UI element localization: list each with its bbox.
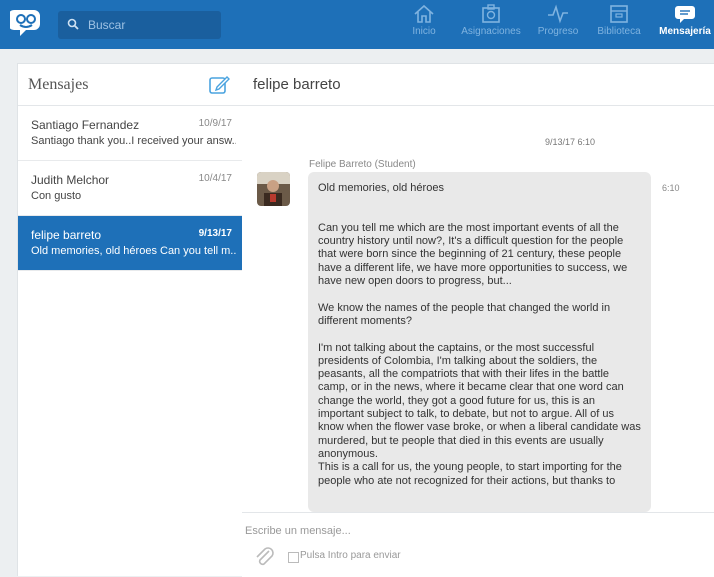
conversation-date: 10/9/17 [198,118,232,129]
message-input[interactable]: Escribe un mensaje... [245,525,351,537]
search-input[interactable]: Buscar [58,11,221,39]
search-icon [67,18,79,30]
library-icon [610,5,628,23]
conversation-date: 9/13/17 [198,228,232,239]
progress-icon [548,4,568,24]
paperclip-icon[interactable] [254,546,276,568]
panel-title: Mensajes [28,76,89,93]
conversation-date: 10/4/17 [198,173,232,184]
message-time: 6:10 [662,183,680,193]
thread-timestamp: 9/13/17 6:10 [545,137,596,147]
messages-icon [675,6,695,23]
conversation-item[interactable]: Judith Melchor 10/4/17 Con gusto [18,161,242,216]
top-navigation-bar: Buscar Inicio Asignaciones Progreso Bibl… [0,0,714,49]
conversation-item[interactable]: Santiago Fernandez 10/9/17 Santiago than… [18,106,242,161]
message-thread-panel: felipe barreto 9/13/17 6:10 Felipe Barre… [242,63,714,577]
message-composer: Escribe un mensaje... Pulsa Intro para e… [242,512,714,577]
enter-to-send-checkbox[interactable] [288,552,299,563]
conversation-preview: Old memories, old héroes Can you tell m.… [31,245,236,257]
nav-asignaciones[interactable]: Asignaciones [456,4,526,37]
conversation-name: Santiago Fernandez [31,118,140,132]
conversation-preview: Santiago thank you..I received your answ… [31,135,236,147]
conversation-item-active[interactable]: felipe barreto 9/13/17 Old memories, old… [18,216,242,271]
message-sender: Felipe Barreto (Student) [309,159,416,170]
app-logo-icon[interactable] [8,6,48,40]
assignments-icon [482,4,500,23]
conversation-name: Judith Melchor [31,173,110,187]
nav-label: Asignaciones [461,26,521,37]
nav-label: Biblioteca [597,26,641,37]
nav-label: Mensajería [659,26,711,37]
conversation-preview: Con gusto [31,190,82,202]
nav-biblioteca[interactable]: Biblioteca [591,4,647,37]
nav-progreso[interactable]: Progreso [533,4,583,37]
nav-label: Progreso [537,26,579,37]
compose-icon[interactable] [208,74,230,96]
nav-mensajeria[interactable]: Mensajería [656,4,714,37]
thread-header: felipe barreto [242,64,714,106]
enter-to-send-label: Pulsa Intro para enviar [300,550,401,561]
conversation-name: felipe barreto [31,228,102,242]
conversation-list-panel: Mensajes Santiago Fernandez 10/9/17 Sant… [17,63,243,576]
message-bubble: Old memories, old héroes Can you tell me… [308,172,651,512]
message-text: Old memories, old héroes Can you tell me… [318,182,641,487]
search-placeholder: Buscar [88,18,126,32]
thread-title: felipe barreto [253,76,341,93]
conversation-list-header: Mensajes [18,64,242,106]
nav-inicio[interactable]: Inicio [405,4,443,37]
avatar[interactable] [257,172,290,206]
home-icon [414,4,434,23]
nav-label: Inicio [412,26,436,37]
